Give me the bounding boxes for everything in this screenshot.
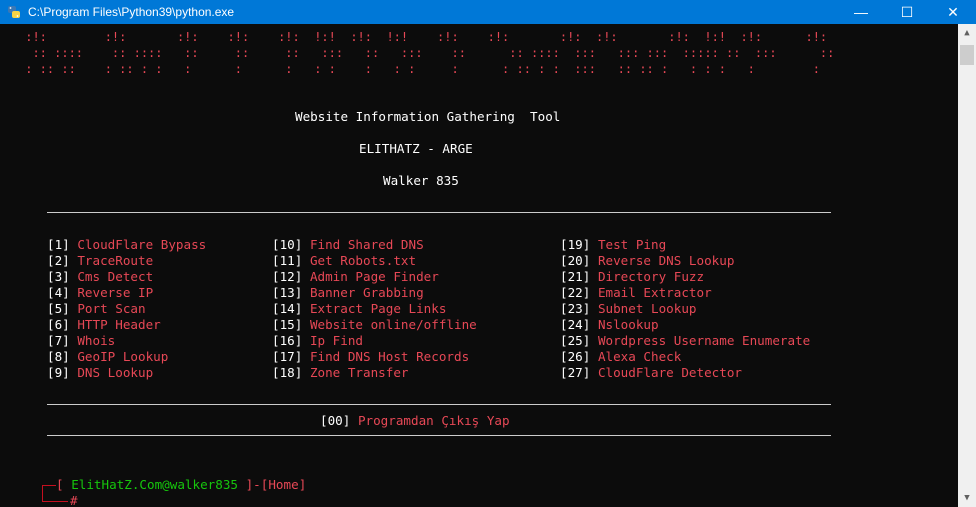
- prompt-bracket: [: [56, 477, 64, 492]
- ascii-banner-line: :!: :!: :!: :!: :!: !:! :!: !:! :!: :!: …: [18, 30, 828, 44]
- divider: [47, 404, 831, 405]
- prompt-connector: [42, 485, 56, 486]
- menu-item[interactable]: [10] Find Shared DNS: [272, 237, 424, 253]
- close-button[interactable]: ✕: [930, 0, 976, 24]
- menu-item[interactable]: [6] HTTP Header: [47, 317, 161, 333]
- scroll-thumb[interactable]: [960, 45, 974, 65]
- menu-item[interactable]: [17] Find DNS Host Records: [272, 349, 469, 365]
- close-icon: ✕: [947, 3, 959, 20]
- menu-item[interactable]: [4] Reverse IP: [47, 285, 153, 301]
- menu-item[interactable]: [24] Nslookup: [560, 317, 659, 333]
- tool-author: Walker 835: [383, 173, 459, 188]
- menu-item[interactable]: [5] Port Scan: [47, 301, 146, 317]
- menu-item[interactable]: [19] Test Ping: [560, 237, 666, 253]
- menu-item[interactable]: [13] Banner Grabbing: [272, 285, 424, 301]
- prompt-connector: [42, 485, 43, 501]
- menu-item[interactable]: [9] DNS Lookup: [47, 365, 153, 381]
- menu-item[interactable]: [11] Get Robots.txt: [272, 253, 416, 269]
- minimize-button[interactable]: —: [838, 0, 884, 24]
- menu-item[interactable]: [22] Email Extractor: [560, 285, 712, 301]
- menu-item[interactable]: [25] Wordpress Username Enumerate: [560, 333, 810, 349]
- console-output[interactable]: :!: :!: :!: :!: :!: !:! :!: !:! :!: :!: …: [0, 24, 958, 507]
- menu-item[interactable]: [8] GeoIP Lookup: [47, 349, 168, 365]
- divider: [47, 212, 831, 213]
- prompt-user: ElitHatZ.Com@walker835: [71, 477, 238, 492]
- exit-option[interactable]: [00] Programdan Çıkış Yap: [320, 413, 510, 429]
- menu-item[interactable]: [14] Extract Page Links: [272, 301, 446, 317]
- menu-item[interactable]: [18] Zone Transfer: [272, 365, 409, 381]
- window-titlebar[interactable]: C:\Program Files\Python39\python.exe — ☐…: [0, 0, 976, 24]
- ascii-banner-line: :: :::: :: :::: :: :: :: ::: :: ::: :: :…: [18, 46, 835, 60]
- maximize-button[interactable]: ☐: [884, 0, 930, 24]
- menu-item[interactable]: [27] CloudFlare Detector: [560, 365, 742, 381]
- window-title: C:\Program Files\Python39\python.exe: [28, 5, 235, 19]
- menu-item[interactable]: [23] Subnet Lookup: [560, 301, 697, 317]
- tool-title: Website Information Gathering Tool: [295, 109, 561, 124]
- menu-item[interactable]: [2] TraceRoute: [47, 253, 153, 269]
- menu-item[interactable]: [7] Whois: [47, 333, 115, 349]
- menu-item[interactable]: [26] Alexa Check: [560, 349, 681, 365]
- tool-subtitle: ELITHATZ - ARGE: [359, 141, 473, 156]
- menu-item[interactable]: [20] Reverse DNS Lookup: [560, 253, 734, 269]
- prompt-separator: ]-[: [245, 477, 269, 492]
- python-icon: [8, 6, 20, 18]
- scroll-up-icon[interactable]: ▲: [958, 24, 976, 42]
- prompt-symbol[interactable]: #: [70, 493, 78, 507]
- scroll-down-icon[interactable]: ▼: [958, 489, 976, 507]
- minimize-icon: —: [854, 4, 868, 20]
- divider: [47, 435, 831, 436]
- ascii-banner-line: : :: :: : :: : : : : : : : : : : : : :: …: [18, 62, 820, 76]
- maximize-icon: ☐: [900, 3, 914, 20]
- menu-item[interactable]: [16] Ip Find: [272, 333, 363, 349]
- menu-item[interactable]: [1] CloudFlare Bypass: [47, 237, 206, 253]
- menu-item[interactable]: [21] Directory Fuzz: [560, 269, 704, 285]
- prompt-bracket: ]: [298, 477, 307, 492]
- menu-item[interactable]: [12] Admin Page Finder: [272, 269, 439, 285]
- prompt-connector: [42, 501, 68, 502]
- vertical-scrollbar[interactable]: ▲ ▼: [958, 24, 976, 507]
- prompt-location: Home: [268, 477, 299, 492]
- menu-item[interactable]: [3] Cms Detect: [47, 269, 153, 285]
- menu-item[interactable]: [15] Website online/offline: [272, 317, 477, 333]
